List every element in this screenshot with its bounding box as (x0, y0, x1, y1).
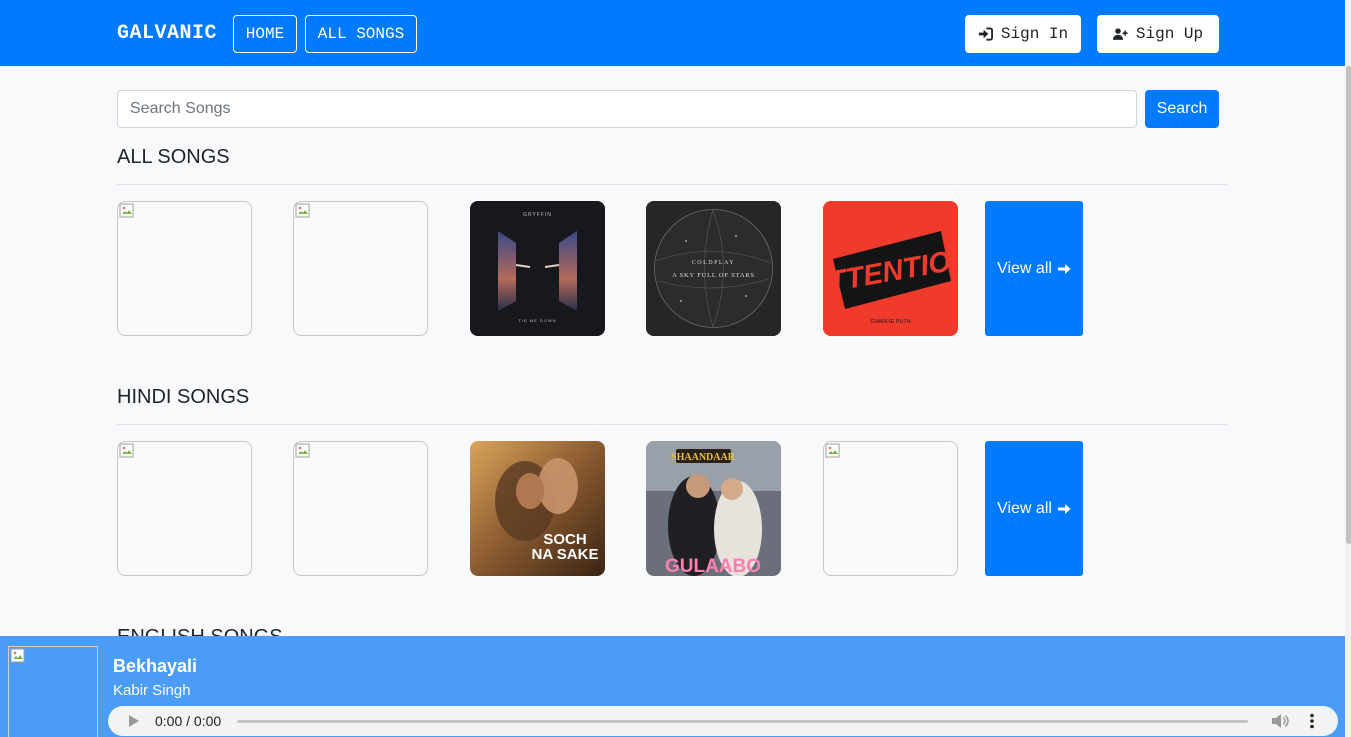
player-song-artist: Kabir Singh (113, 682, 191, 699)
arrow-right-icon (1057, 503, 1071, 514)
broken-image-icon (10, 648, 25, 663)
album-text: SHAANDAAR (671, 452, 736, 463)
sign-up-label: Sign Up (1135, 25, 1204, 43)
view-all-label: View all (997, 259, 1052, 277)
view-all-label: View all (997, 499, 1052, 517)
song-card[interactable]: COLDPLAY A SKY FULL OF STARS (646, 201, 781, 336)
sign-in-icon (978, 27, 993, 41)
user-plus-icon (1112, 28, 1128, 40)
section-title-all-songs: ALL SONGS (117, 146, 230, 168)
song-card[interactable]: ATTENTION CHARLIE PUTH (823, 201, 958, 336)
album-text: TIE ME DOWN (518, 318, 556, 323)
search-input[interactable] (117, 90, 1137, 128)
view-all-button[interactable]: View all (985, 201, 1083, 336)
album-text: A SKY FULL OF STARS (672, 272, 755, 279)
album-art-tie-me-down: GRYFFIN TIE ME DOWN (470, 201, 605, 336)
player-album-art (8, 646, 98, 737)
nav-all-songs-button[interactable]: ALL SONGS (305, 15, 417, 53)
audio-progress-track[interactable] (237, 720, 1248, 723)
broken-image-icon (295, 203, 310, 218)
song-card[interactable] (823, 441, 958, 576)
view-all-button[interactable]: View all (985, 441, 1083, 576)
song-card[interactable] (293, 441, 428, 576)
song-card[interactable]: SOCH NA SAKE (470, 441, 605, 576)
song-card[interactable]: GRYFFIN TIE ME DOWN (470, 201, 605, 336)
nav-home-button[interactable]: HOME (233, 15, 297, 53)
album-text: GRYFFIN (523, 212, 552, 218)
brand-logo[interactable]: GALVANIC (117, 22, 217, 45)
sign-in-label: Sign In (1000, 25, 1069, 43)
music-player: Bekhayali Kabir Singh 0:00 / 0:00 (0, 636, 1345, 737)
broken-image-icon (119, 443, 134, 458)
scrollbar-thumb[interactable] (1346, 66, 1351, 544)
arrow-right-icon (1057, 263, 1071, 274)
album-art-sky-full-of-stars: COLDPLAY A SKY FULL OF STARS (646, 201, 781, 336)
player-song-title: Bekhayali (113, 656, 198, 676)
divider (117, 184, 1227, 185)
navbar: GALVANIC HOME ALL SONGS Sign In Sign Up (0, 0, 1345, 66)
search-button[interactable]: Search (1145, 90, 1219, 128)
broken-image-icon (119, 203, 134, 218)
album-text: GULAABO (665, 556, 761, 576)
more-options-icon[interactable] (1306, 713, 1318, 729)
album-art-soch-na-sake: SOCH NA SAKE (470, 441, 605, 576)
album-text: COLDPLAY (692, 260, 735, 266)
sign-up-button[interactable]: Sign Up (1097, 15, 1219, 53)
album-text: CHARLIE PUTH (870, 319, 910, 325)
song-card[interactable] (117, 201, 252, 336)
song-card[interactable] (117, 441, 252, 576)
broken-image-icon (295, 443, 310, 458)
album-art-gulaabo: SHAANDAAR GULAABO (646, 441, 781, 576)
play-icon[interactable] (128, 714, 140, 728)
song-card[interactable] (293, 201, 428, 336)
sign-in-button[interactable]: Sign In (965, 15, 1081, 53)
album-art-attention: ATTENTION CHARLIE PUTH (823, 201, 958, 336)
audio-time: 0:00 / 0:00 (155, 713, 222, 729)
divider (117, 424, 1227, 425)
song-card[interactable]: SHAANDAAR GULAABO (646, 441, 781, 576)
volume-icon[interactable] (1271, 713, 1289, 729)
album-text: NA SAKE (532, 546, 599, 563)
broken-image-icon (825, 443, 840, 458)
section-title-hindi-songs: HINDI SONGS (117, 386, 250, 408)
audio-control[interactable]: 0:00 / 0:00 (108, 706, 1338, 736)
